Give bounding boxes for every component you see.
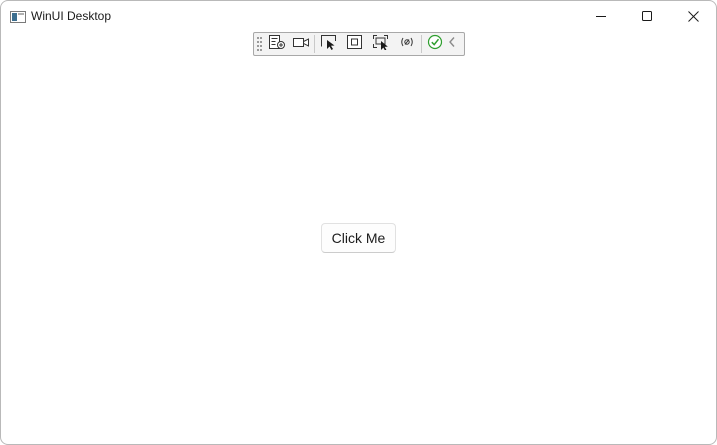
collapse-toolbar-button[interactable] xyxy=(444,35,460,53)
toolbar-separator xyxy=(314,35,315,53)
close-button[interactable] xyxy=(670,1,716,31)
app-window: WinUI Desktop Click Me xyxy=(0,0,717,445)
select-element-icon xyxy=(320,34,338,55)
maximize-button[interactable] xyxy=(624,1,670,31)
click-me-button[interactable]: Click Me xyxy=(321,223,396,253)
display-layout-adorners-button[interactable] xyxy=(344,34,366,55)
xaml-debug-toolbar xyxy=(253,32,465,56)
toolbar-grip-icon[interactable] xyxy=(257,36,263,52)
go-to-live-visual-tree-button[interactable] xyxy=(266,34,288,55)
track-focus-button[interactable] xyxy=(370,34,392,55)
hot-reload-status-button[interactable] xyxy=(424,34,446,55)
collapse-toolbar-icon xyxy=(447,35,457,54)
click-me-button-label: Click Me xyxy=(331,230,386,246)
app-window-icon xyxy=(10,10,26,23)
window-title: WinUI Desktop xyxy=(31,9,112,23)
title-bar[interactable]: WinUI Desktop xyxy=(1,1,716,31)
close-icon xyxy=(687,10,699,22)
record-video-button[interactable] xyxy=(290,35,312,53)
hot-reload-status-icon xyxy=(426,34,444,55)
binding-failures-icon xyxy=(398,34,416,55)
record-video-icon xyxy=(292,34,310,55)
minimize-button[interactable] xyxy=(578,1,624,31)
go-to-live-visual-tree-icon xyxy=(268,34,286,55)
toolbar-separator xyxy=(421,35,422,53)
minimize-icon xyxy=(595,11,607,22)
track-focus-icon xyxy=(372,34,390,55)
maximize-icon xyxy=(641,10,653,22)
display-layout-adorners-icon xyxy=(346,34,364,55)
binding-failures-button[interactable] xyxy=(396,35,418,53)
select-element-button[interactable] xyxy=(318,34,340,55)
